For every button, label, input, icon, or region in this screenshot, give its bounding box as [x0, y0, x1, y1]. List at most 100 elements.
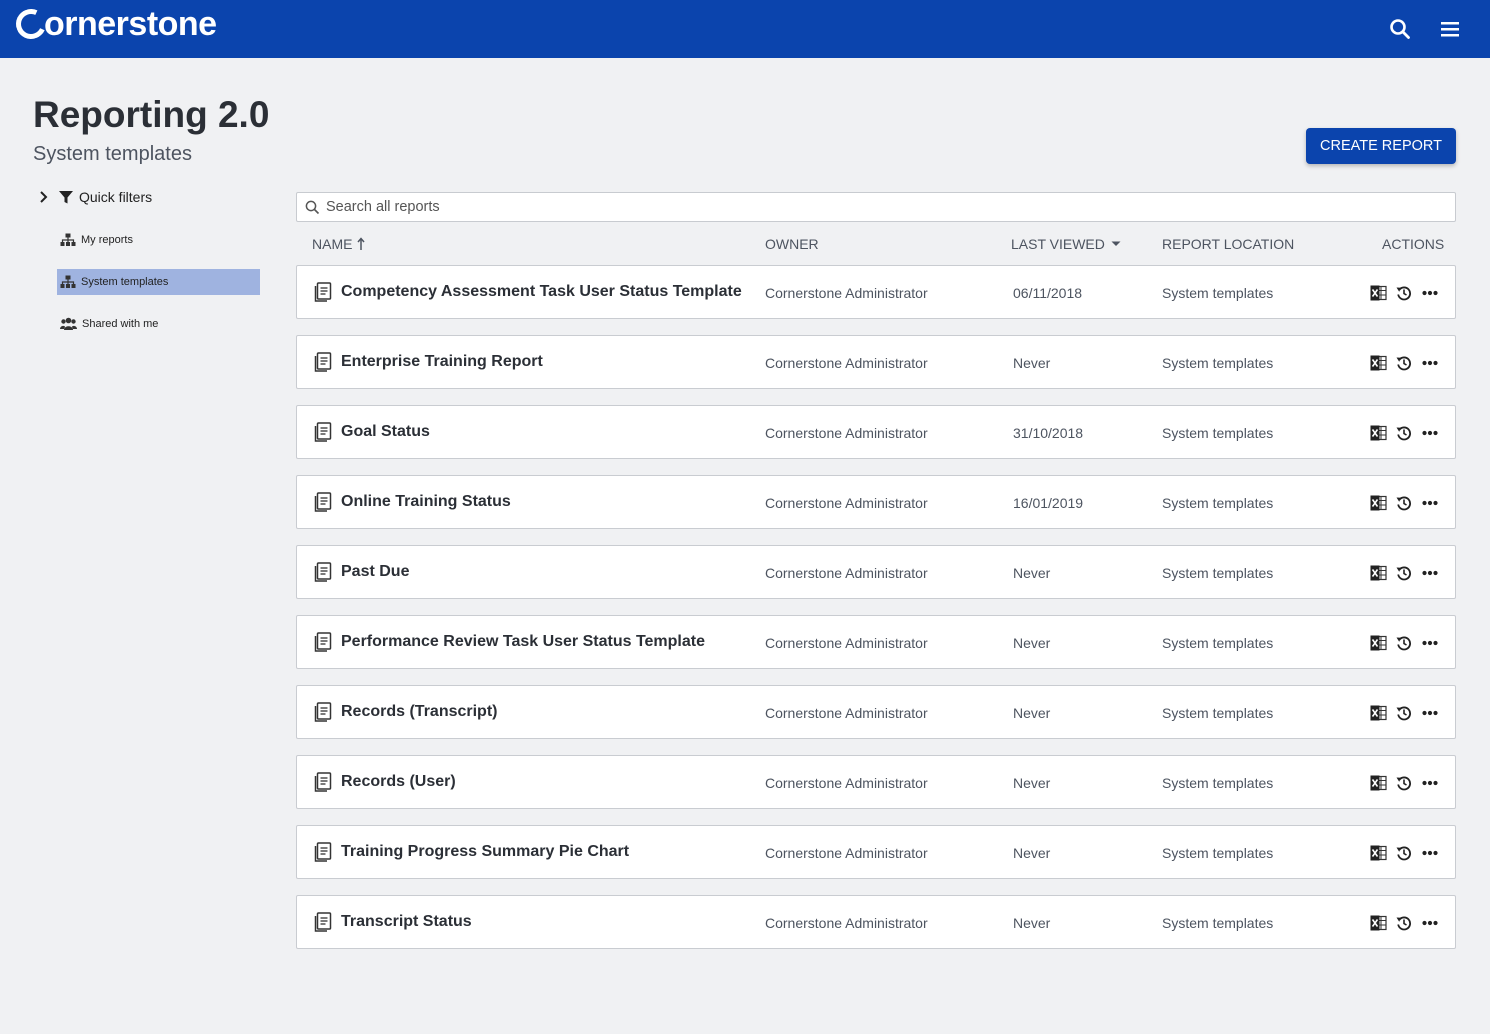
- chevron-right-icon: [40, 191, 48, 203]
- more-options-icon[interactable]: [1421, 354, 1439, 372]
- table-row[interactable]: Records (Transcript) Cornerstone Administ…: [296, 685, 1456, 739]
- report-owner: Cornerstone Administrator: [765, 775, 928, 791]
- column-header-label: NAME: [312, 236, 353, 252]
- excel-export-icon[interactable]: [1369, 424, 1387, 442]
- report-location: System templates: [1162, 635, 1274, 651]
- hamburger-menu-icon[interactable]: [1435, 14, 1465, 44]
- create-report-button[interactable]: CREATE REPORT: [1306, 128, 1456, 164]
- history-icon[interactable]: [1395, 564, 1413, 582]
- history-icon[interactable]: [1395, 354, 1413, 372]
- report-last-viewed: 16/01/2019: [1013, 495, 1084, 511]
- report-location: System templates: [1162, 775, 1274, 791]
- report-location: System templates: [1162, 495, 1274, 511]
- table-row[interactable]: Competency Assessment Task User Status T…: [296, 265, 1456, 319]
- caret-down-icon: [1111, 241, 1121, 246]
- report-location: System templates: [1162, 285, 1274, 301]
- document-icon: [314, 772, 332, 797]
- report-name-link[interactable]: Online Training Status: [341, 493, 511, 511]
- report-name-link[interactable]: Records (User): [341, 773, 456, 791]
- sidebar-item-label: My reports: [81, 234, 133, 246]
- report-name-link[interactable]: Performance Review Task User Status Temp…: [341, 633, 705, 651]
- sidebar-item-label: System templates: [81, 276, 169, 288]
- column-header-label: ACTIONS: [1382, 236, 1445, 252]
- report-name-link[interactable]: Records (Transcript): [341, 703, 497, 721]
- column-header-owner[interactable]: OWNER: [765, 236, 819, 252]
- excel-export-icon[interactable]: [1369, 844, 1387, 862]
- history-icon[interactable]: [1395, 844, 1413, 862]
- sort-ascending-icon: [357, 237, 366, 250]
- history-icon[interactable]: [1395, 424, 1413, 442]
- more-options-icon[interactable]: [1421, 774, 1439, 792]
- cornerstone-logo[interactable]: ornerstone: [11, 4, 217, 44]
- report-name-link[interactable]: Competency Assessment Task User Status T…: [341, 283, 742, 301]
- excel-export-icon[interactable]: [1369, 914, 1387, 932]
- report-name-link[interactable]: Transcript Status: [341, 913, 472, 931]
- report-owner: Cornerstone Administrator: [765, 845, 928, 861]
- document-icon: [314, 352, 332, 377]
- document-icon: [314, 282, 332, 307]
- column-header-last-viewed[interactable]: LAST VIEWED: [1011, 236, 1121, 252]
- search-bar: [296, 192, 1456, 222]
- excel-export-icon[interactable]: [1369, 354, 1387, 372]
- table-row[interactable]: Performance Review Task User Status Temp…: [296, 615, 1456, 669]
- report-owner: Cornerstone Administrator: [765, 285, 928, 301]
- history-icon[interactable]: [1395, 284, 1413, 302]
- document-icon: [314, 492, 332, 517]
- column-header-actions: ACTIONS: [1382, 236, 1444, 252]
- excel-export-icon[interactable]: [1369, 634, 1387, 652]
- excel-export-icon[interactable]: [1369, 284, 1387, 302]
- search-input[interactable]: [326, 199, 1455, 215]
- table-row[interactable]: Online Training Status Cornerstone Admini…: [296, 475, 1456, 529]
- sidebar-item-label: Shared with me: [82, 318, 159, 330]
- excel-export-icon[interactable]: [1369, 564, 1387, 582]
- document-icon: [314, 562, 332, 587]
- sidebar-item-system-templates[interactable]: System templates: [57, 269, 260, 295]
- sidebar-item-shared-with-me[interactable]: Shared with me: [57, 311, 260, 337]
- column-header-report-location[interactable]: REPORT LOCATION: [1162, 236, 1294, 252]
- more-options-icon[interactable]: [1421, 424, 1439, 442]
- sidebar-item-my-reports[interactable]: My reports: [57, 227, 260, 253]
- report-owner: Cornerstone Administrator: [765, 635, 928, 651]
- document-icon: [314, 912, 332, 937]
- report-name-link[interactable]: Goal Status: [341, 423, 430, 441]
- history-icon[interactable]: [1395, 704, 1413, 722]
- more-options-icon[interactable]: [1421, 284, 1439, 302]
- report-last-viewed: 06/11/2018: [1013, 285, 1083, 301]
- table-row[interactable]: Training Progress Summary Pie Chart Corne…: [296, 825, 1456, 879]
- more-options-icon[interactable]: [1421, 494, 1439, 512]
- history-icon[interactable]: [1395, 634, 1413, 652]
- report-owner: Cornerstone Administrator: [765, 565, 928, 581]
- more-options-icon[interactable]: [1421, 634, 1439, 652]
- table-row[interactable]: Goal Status Cornerstone Administrator 31/1…: [296, 405, 1456, 459]
- document-icon: [314, 632, 332, 657]
- search-icon[interactable]: [1385, 14, 1415, 44]
- history-icon[interactable]: [1395, 774, 1413, 792]
- report-owner: Cornerstone Administrator: [765, 425, 928, 441]
- column-header-name[interactable]: NAME: [312, 236, 366, 252]
- document-icon: [314, 702, 332, 727]
- more-options-icon[interactable]: [1421, 704, 1439, 722]
- excel-export-icon[interactable]: [1369, 774, 1387, 792]
- table-row[interactable]: Enterprise Training Report Cornerstone Ad…: [296, 335, 1456, 389]
- report-name-link[interactable]: Training Progress Summary Pie Chart: [341, 843, 629, 861]
- history-icon[interactable]: [1395, 494, 1413, 512]
- report-last-viewed: Never: [1013, 915, 1051, 931]
- table-row[interactable]: Past Due Cornerstone Administrator Never Sy…: [296, 545, 1456, 599]
- report-last-viewed: Never: [1013, 845, 1051, 861]
- report-name-link[interactable]: Past Due: [341, 563, 409, 581]
- column-header-label: LAST VIEWED: [1011, 236, 1105, 252]
- more-options-icon[interactable]: [1421, 844, 1439, 862]
- report-owner: Cornerstone Administrator: [765, 705, 928, 721]
- column-header-label: REPORT LOCATION: [1162, 236, 1295, 252]
- report-location: System templates: [1162, 565, 1274, 581]
- report-name-link[interactable]: Enterprise Training Report: [341, 353, 543, 371]
- table-row[interactable]: Transcript Status Cornerstone Administrat…: [296, 895, 1456, 949]
- more-options-icon[interactable]: [1421, 564, 1439, 582]
- history-icon[interactable]: [1395, 914, 1413, 932]
- excel-export-icon[interactable]: [1369, 494, 1387, 512]
- document-icon: [314, 842, 332, 867]
- excel-export-icon[interactable]: [1369, 704, 1387, 722]
- quick-filters-toggle[interactable]: Quick filters: [38, 186, 152, 208]
- more-options-icon[interactable]: [1421, 914, 1439, 932]
- table-row[interactable]: Records (User) Cornerstone Administrator N…: [296, 755, 1456, 809]
